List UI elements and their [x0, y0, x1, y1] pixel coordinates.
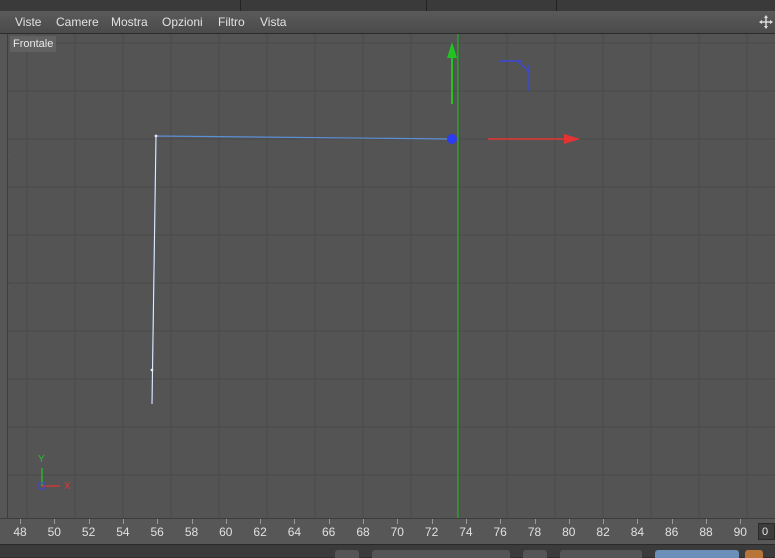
timeline-tick-mark: [397, 519, 399, 524]
timeline-tick-mark: [740, 519, 742, 524]
menu-filtro[interactable]: Filtro: [218, 11, 245, 33]
timeline-tick-label: 82: [596, 525, 610, 539]
viewport-frontale[interactable]: Y X Frontale: [7, 34, 775, 518]
menu-camere[interactable]: Camere: [56, 11, 99, 33]
timeline-tick-label: 48: [13, 525, 27, 539]
record-icon[interactable]: [745, 550, 763, 558]
timeline-tick-mark: [122, 519, 124, 524]
timeline-tick-mark: [568, 519, 570, 524]
axis-indicator: Y X: [38, 454, 71, 492]
timeline-tick-mark: [225, 519, 227, 524]
timeline-tick-label: 68: [356, 525, 370, 539]
timeline-tick-mark: [363, 519, 364, 524]
timeline-tick-label: 72: [424, 525, 439, 539]
menu-mostra[interactable]: Mostra: [111, 11, 148, 33]
spline-object: [151, 135, 453, 405]
timeline-tick-label: 76: [493, 525, 507, 539]
timeline-tick-label: 78: [527, 525, 542, 539]
timeline-tick-mark: [260, 519, 262, 524]
timeline-ruler[interactable]: 48 50 52 54 56 58 60 62 64 66 68 70 72 74 76 78 80 82 84 86…: [0, 518, 775, 545]
timeline-tick-label: 58: [184, 525, 199, 539]
timeline-tick-mark: [671, 519, 673, 524]
current-frame-field[interactable]: 0 F: [758, 523, 775, 540]
timeline-tick-label: 86: [665, 525, 679, 539]
gizmo-center-point: [447, 134, 457, 144]
timeline-tick-label: 88: [699, 525, 713, 539]
timeline-tick-mark: [294, 519, 296, 524]
timeline-tick-label: 56: [150, 525, 164, 539]
menu-vista[interactable]: Vista: [260, 11, 286, 33]
timeline-tick-mark: [54, 519, 56, 524]
timeline-tick-label: 50: [47, 525, 61, 539]
timeline-tick-label: 74: [459, 525, 473, 539]
timeline-tick-label: 90: [733, 525, 747, 539]
timeline-tick-mark: [20, 519, 21, 524]
view-name-label[interactable]: Frontale: [10, 36, 57, 52]
timeline-tick-label: 66: [322, 525, 336, 539]
timeline-tick-mark: [88, 519, 90, 524]
menu-opzioni[interactable]: Opzioni: [162, 11, 203, 33]
transport-control[interactable]: [560, 550, 642, 558]
transport-control[interactable]: [372, 550, 510, 558]
camera-corner-marker: [500, 60, 530, 91]
transport-bar: [0, 544, 775, 558]
timeline-tick-mark: [637, 519, 639, 524]
timeline-tick-mark: [500, 519, 502, 524]
menu-viste[interactable]: Viste: [15, 11, 41, 33]
viewport-menubar: Viste Camere Mostra Opzioni Filtro Vista: [0, 11, 775, 34]
timeline-tick-mark: [157, 519, 159, 524]
timeline-tick-label: 60: [219, 525, 233, 539]
spline-highlight: [151, 135, 157, 405]
gizmo-x-arrow-head: [564, 134, 580, 144]
spline-start-point: [150, 368, 154, 372]
viewport-grid: [8, 34, 775, 518]
timeline-tick-label: 84: [630, 525, 645, 539]
timeline-tick-mark: [191, 519, 193, 524]
gizmo-y-arrow-head: [447, 42, 457, 58]
timeline-tick-label: 54: [116, 525, 130, 539]
axis-indicator-y-label: Y: [38, 454, 45, 465]
timeline-tick-mark: [534, 519, 536, 524]
timeline-tick-label: 62: [253, 525, 267, 539]
move-view-icon[interactable]: [759, 15, 773, 29]
axis-indicator-x-label: X: [64, 481, 71, 492]
timeline-tick-label: 64: [287, 525, 302, 539]
transport-control[interactable]: [335, 550, 359, 558]
transport-control[interactable]: [523, 550, 547, 558]
timeline-tick-mark: [465, 519, 467, 524]
timeline-tick-mark: [603, 519, 605, 524]
timeline-tick-mark: [706, 519, 707, 524]
transport-control[interactable]: [655, 550, 739, 558]
spline-corner-point: [154, 134, 158, 138]
timeline-tick-mark: [431, 519, 433, 524]
viewport-left-margin: [0, 34, 7, 518]
viewport-canvas: Y X: [8, 34, 775, 518]
timeline-tick-label: 70: [390, 525, 404, 539]
timeline-tick-label: 80: [562, 525, 576, 539]
timeline-tick-mark: [328, 519, 330, 524]
timeline-tick-label: 52: [81, 525, 96, 539]
